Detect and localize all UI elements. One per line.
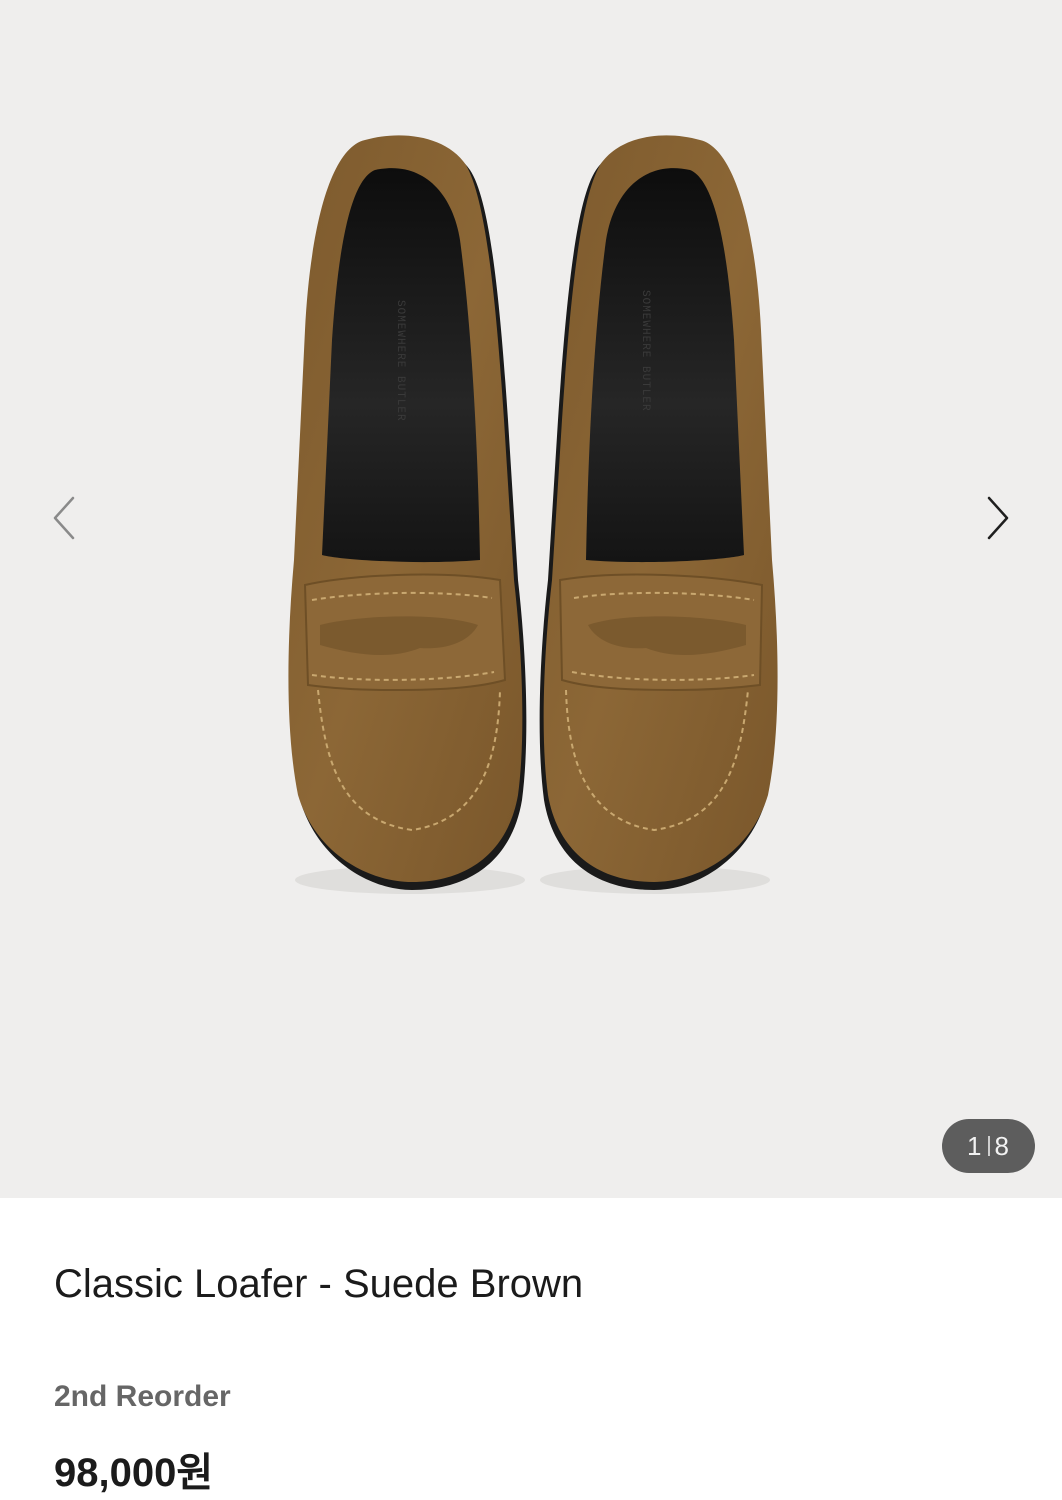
current-image-index: 1 — [967, 1130, 983, 1161]
left-loafer: SOMEWHERE BUTLER — [288, 135, 527, 894]
product-photo: SOMEWHERE BUTLER SOMEWHERE BUTLER — [288, 135, 778, 894]
svg-text:SOMEWHERE BUTLER: SOMEWHERE BUTLER — [394, 300, 406, 422]
next-image-button[interactable] — [970, 490, 1026, 546]
product-image-gallery[interactable]: SOMEWHERE BUTLER SOMEWHERE BUTLER 18 — [0, 0, 1062, 1198]
total-image-count: 8 — [994, 1130, 1010, 1161]
product-info: Classic Loafer - Suede Brown 2nd Reorder… — [0, 1198, 1062, 1500]
image-counter-badge: 18 — [942, 1119, 1035, 1173]
product-price: 98,000원 — [54, 1451, 214, 1495]
counter-divider — [987, 1136, 990, 1156]
svg-text:SOMEWHERE BUTLER: SOMEWHERE BUTLER — [639, 290, 651, 412]
chevron-left-icon — [53, 496, 75, 540]
product-title: Classic Loafer - Suede Brown — [54, 1262, 584, 1306]
reorder-badge: 2nd Reorder — [54, 1380, 231, 1413]
right-loafer: SOMEWHERE BUTLER — [539, 135, 778, 894]
chevron-right-icon — [987, 496, 1009, 540]
previous-image-button[interactable] — [36, 490, 92, 546]
